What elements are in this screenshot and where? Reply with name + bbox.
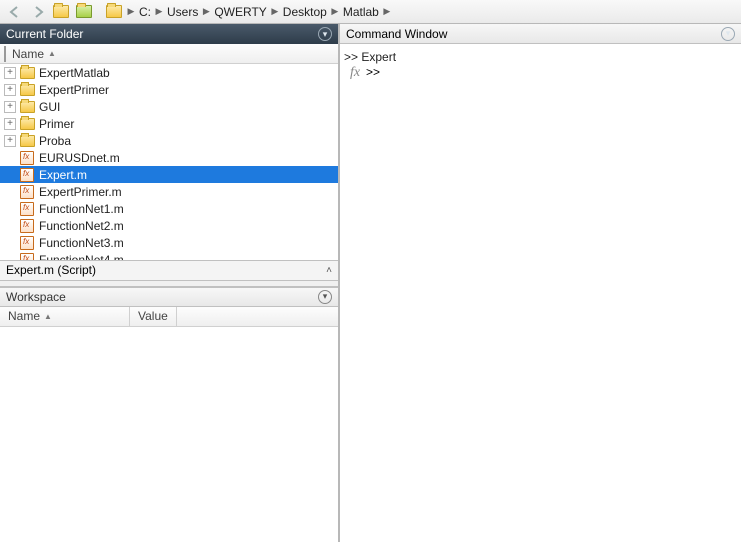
file-row[interactable]: + ExpertMatlab <box>0 64 338 81</box>
details-bar[interactable]: Expert.m (Script) ˄ <box>0 261 338 281</box>
column-header-name[interactable]: Name ▲ <box>12 47 56 61</box>
up-folder-button[interactable] <box>50 2 72 22</box>
expand-icon[interactable]: + <box>4 135 16 147</box>
address-toolbar: ▶C:▶Users▶QWERTY▶Desktop▶Matlab ▶ <box>0 0 741 24</box>
sort-asc-icon: ▲ <box>48 49 56 58</box>
chevron-up-icon[interactable]: ˄ <box>326 265 332 276</box>
m-icon <box>19 236 35 250</box>
file-name-label: Expert.m <box>39 168 87 182</box>
minimize-panel-icon[interactable]: ▾ <box>721 27 735 41</box>
breadcrumb-segment[interactable]: Desktop <box>279 5 331 19</box>
breadcrumb-segment[interactable]: Users <box>163 5 202 19</box>
file-name-label: GUI <box>39 100 60 114</box>
file-list-header[interactable]: Name ▲ <box>0 44 338 64</box>
file-name-label: ExpertMatlab <box>39 66 110 80</box>
file-row[interactable]: + Primer <box>0 115 338 132</box>
panel-title-label: Current Folder <box>6 27 83 41</box>
chevron-right-icon[interactable]: ▶ <box>155 6 163 17</box>
prompt-text: >> Expert <box>344 50 396 64</box>
prompt-text: >> <box>366 65 383 79</box>
file-row[interactable]: + Proba <box>0 132 338 149</box>
file-row[interactable]: Expert.m <box>0 166 338 183</box>
expand-icon[interactable]: + <box>4 118 16 130</box>
file-name-label: ExpertPrimer <box>39 83 109 97</box>
current-folder-body: Name ▲ + ExpertMatlab + ExpertPrimer + GUI + Pr… <box>0 44 338 261</box>
folder-icon <box>19 66 35 80</box>
file-row[interactable]: FunctionNet1.m <box>0 200 338 217</box>
current-folder-icon-button[interactable] <box>102 2 126 22</box>
panel-title-label: Command Window <box>346 27 447 41</box>
chevron-right-icon: ▶ <box>383 6 391 17</box>
file-row[interactable]: + GUI <box>0 98 338 115</box>
file-row[interactable]: EURUSDnet.m <box>0 149 338 166</box>
folder-icon <box>19 117 35 131</box>
workspace-header: Name ▲ Value <box>0 307 338 327</box>
m-icon <box>19 253 35 261</box>
minimize-panel-icon[interactable]: ▾ <box>318 290 332 304</box>
file-name-label: FunctionNet3.m <box>39 236 124 250</box>
workspace-title-bar[interactable]: Workspace ▾ <box>0 287 338 307</box>
m-icon <box>19 151 35 165</box>
file-name-label: EURUSDnet.m <box>39 151 120 165</box>
chevron-right-icon[interactable]: ▶ <box>127 6 135 17</box>
m-icon <box>19 168 35 182</box>
folder-browse-icon <box>76 5 92 18</box>
workspace-body[interactable] <box>0 327 338 542</box>
panel-title-label: Workspace <box>6 290 66 304</box>
fx-icon[interactable]: fx <box>344 65 366 81</box>
file-name-label: ExpertPrimer.m <box>39 185 122 199</box>
workspace-col-name[interactable]: Name ▲ <box>0 307 130 326</box>
browse-folder-button[interactable] <box>73 2 95 22</box>
file-name-label: FunctionNet4.m <box>39 253 124 261</box>
expand-icon[interactable]: + <box>4 84 16 96</box>
command-window-title-bar[interactable]: Command Window ▾ <box>340 24 741 44</box>
m-icon <box>19 202 35 216</box>
file-row[interactable]: FunctionNet3.m <box>0 234 338 251</box>
chevron-right-icon[interactable]: ▶ <box>202 6 210 17</box>
file-row[interactable]: FunctionNet2.m <box>0 217 338 234</box>
folder-icon <box>106 5 122 18</box>
page-icon <box>4 47 6 61</box>
sort-asc-icon: ▲ <box>44 312 52 321</box>
expand-icon[interactable]: + <box>4 67 16 79</box>
breadcrumb: ▶C:▶Users▶QWERTY▶Desktop▶Matlab <box>127 5 383 19</box>
file-name-label: FunctionNet2.m <box>39 219 124 233</box>
breadcrumb-segment[interactable]: C: <box>135 5 155 19</box>
command-window-body[interactable]: >> Expert fx>> <box>340 44 741 542</box>
breadcrumb-segment[interactable]: Matlab <box>339 5 383 19</box>
file-row[interactable]: + ExpertPrimer <box>0 81 338 98</box>
forward-button[interactable] <box>27 2 49 22</box>
details-label: Expert.m (Script) <box>6 263 96 277</box>
workspace-col-value[interactable]: Value <box>130 307 177 326</box>
folder-icon <box>19 134 35 148</box>
file-name-label: FunctionNet1.m <box>39 202 124 216</box>
breadcrumb-segment[interactable]: QWERTY <box>210 5 270 19</box>
chevron-right-icon[interactable]: ▶ <box>271 6 279 17</box>
minimize-panel-icon[interactable]: ▾ <box>318 27 332 41</box>
file-row[interactable]: ExpertPrimer.m <box>0 183 338 200</box>
m-icon <box>19 185 35 199</box>
folder-icon <box>19 83 35 97</box>
m-icon <box>19 219 35 233</box>
expand-icon[interactable]: + <box>4 101 16 113</box>
folder-icon <box>19 100 35 114</box>
back-button[interactable] <box>4 2 26 22</box>
current-folder-title-bar[interactable]: Current Folder ▾ <box>0 24 338 44</box>
chevron-right-icon[interactable]: ▶ <box>331 6 339 17</box>
file-name-label: Primer <box>39 117 74 131</box>
folder-up-icon <box>53 5 69 18</box>
file-row[interactable]: FunctionNet4.m <box>0 251 338 261</box>
file-name-label: Proba <box>39 134 71 148</box>
